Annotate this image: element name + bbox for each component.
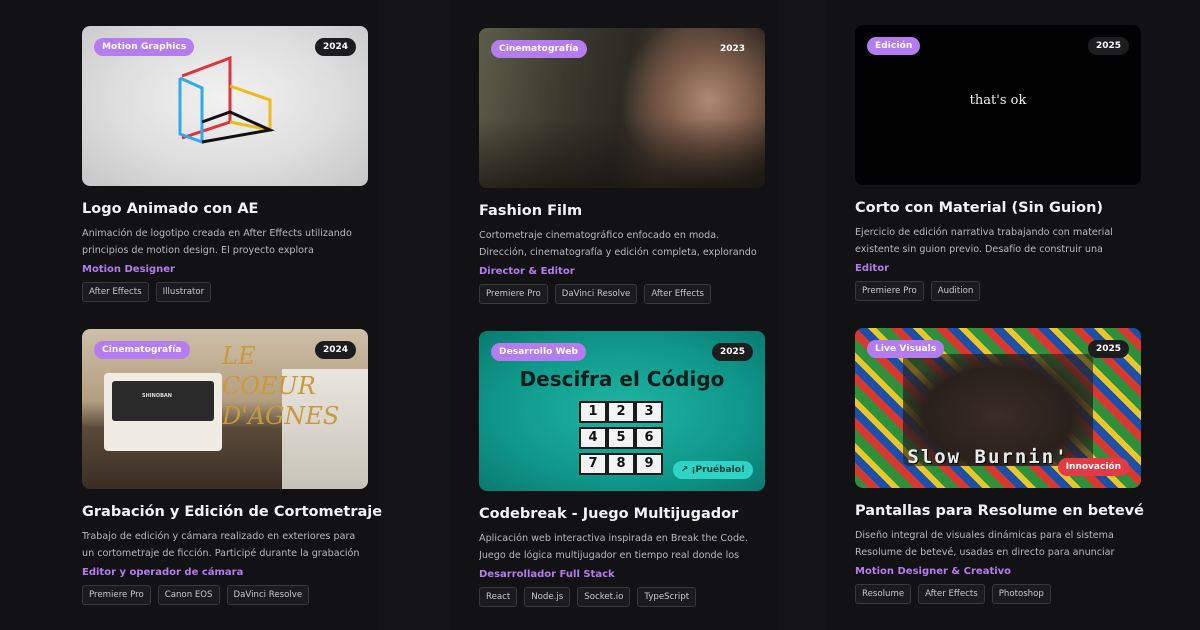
category-badge: Motion Graphics <box>94 38 195 56</box>
project-thumbnail[interactable]: Motion Graphics 2024 <box>82 26 368 186</box>
keypad-key: 1 <box>579 401 607 423</box>
project-title[interactable]: Logo Animado con AE <box>82 201 368 217</box>
project-description: Diseño integral de visuales dinámicas pa… <box>855 530 1115 558</box>
tag-list: Premiere Pro Audition <box>855 281 1141 301</box>
keypad-key: 8 <box>607 453 635 475</box>
project-description: Animación de logotipo creada en After Ef… <box>82 228 352 256</box>
tag: Canon EOS <box>157 585 220 605</box>
keypad-key: 9 <box>635 453 663 475</box>
category-badge: Live Visuals <box>867 340 945 358</box>
tag: DaVinci Resolve <box>554 284 638 304</box>
external-link-icon: ↗ <box>680 465 692 475</box>
project-thumbnail[interactable]: SHINOBAN LE COEUR D'AGNES Cinematografía… <box>82 329 368 489</box>
project-role: Motion Designer & Creativo <box>855 566 1012 577</box>
tag-list: Premiere Pro Canon EOS DaVinci Resolve <box>82 585 368 605</box>
project-role: Motion Designer <box>82 264 175 275</box>
project-role: Director & Editor <box>479 266 575 277</box>
project-description: Trabajo de edición y cámara realizado en… <box>82 531 360 559</box>
keypad-key: 6 <box>635 427 663 449</box>
tag: Node.js <box>524 587 571 607</box>
year-badge: 2025 <box>711 343 753 361</box>
year-badge: 2023 <box>719 44 745 54</box>
tag: React <box>479 587 518 607</box>
category-badge: Desarrollo Web <box>491 343 587 361</box>
photo-shade <box>479 118 765 188</box>
column-gap <box>378 0 450 630</box>
project-thumbnail[interactable]: Slow Burnin' Live Visuals 2025 Innovació… <box>855 328 1141 488</box>
tag-list: Premiere Pro DaVinci Resolve After Effec… <box>479 284 765 304</box>
tag: DaVinci Resolve <box>226 585 310 605</box>
record-player-lid <box>112 381 214 421</box>
tag-list: Resolume After Effects Photoshop <box>855 584 1141 604</box>
project-description: Aplicación web interactiva inspirada en … <box>479 533 748 561</box>
project-title[interactable]: Codebreak - Juego Multijugador <box>479 506 765 522</box>
tag: After Effects <box>644 284 711 304</box>
keypad-key: 7 <box>579 453 607 475</box>
column-gap <box>778 0 826 630</box>
tag: Illustrator <box>155 282 212 302</box>
project-title[interactable]: Corto con Material (Sin Guion) <box>855 200 1141 216</box>
project-title[interactable]: Grabación y Edición de Cortometraje <box>82 504 382 520</box>
tag: After Effects <box>82 282 149 302</box>
keypad-key: 3 <box>635 401 663 423</box>
tag-list: React Node.js Socket.io TypeScript <box>479 587 765 607</box>
tag: Resolume <box>855 584 912 604</box>
tag: After Effects <box>918 584 985 604</box>
video-caption: that's ok <box>969 93 1027 108</box>
project-title[interactable]: Fashion Film <box>479 203 765 219</box>
project-title[interactable]: Pantallas para Resolume en betevé <box>855 503 1144 519</box>
category-badge: Edición <box>867 37 921 55</box>
keypad-key: 4 <box>579 427 607 449</box>
tag-list: After Effects Illustrator <box>82 282 368 302</box>
project-card-fashion-film[interactable]: Cinematografía 2023 Fashion Film Cortome… <box>479 28 765 304</box>
project-thumbnail[interactable]: that's ok Edición 2025 <box>855 25 1141 185</box>
project-description: Ejercicio de edición narrativa trabajand… <box>855 227 1113 255</box>
keypad-key: 5 <box>607 427 635 449</box>
innovation-badge: Innovación <box>1057 458 1129 476</box>
project-description: Cortometraje cinematográfico enfocado en… <box>479 230 757 258</box>
project-card-resolume-beteve[interactable]: Slow Burnin' Live Visuals 2025 Innovació… <box>855 328 1144 604</box>
year-badge: 2024 <box>314 341 356 359</box>
tag: TypeScript <box>637 587 697 607</box>
year-badge: 2025 <box>1087 37 1129 55</box>
keypad-key: 2 <box>607 401 635 423</box>
year-badge: 2024 <box>314 38 356 56</box>
year-badge: 2025 <box>1087 340 1129 358</box>
tag: Premiere Pro <box>479 284 548 304</box>
project-card-cortometraje[interactable]: SHINOBAN LE COEUR D'AGNES Cinematografía… <box>82 329 382 605</box>
tag: Premiere Pro <box>855 281 924 301</box>
try-it-label: ¡Pruébalo! <box>691 465 745 475</box>
category-badge: Cinematografía <box>94 341 190 359</box>
game-headline: Descifra el Código <box>519 367 725 391</box>
tag: Premiere Pro <box>82 585 151 605</box>
player-brand-label: SHINOBAN <box>142 393 172 399</box>
project-thumbnail[interactable]: Cinematografía 2023 <box>479 28 765 188</box>
tag: Photoshop <box>991 584 1051 604</box>
category-badge: Cinematografía <box>491 40 587 58</box>
keypad: 1 2 3 4 5 6 7 8 9 <box>579 401 663 475</box>
project-thumbnail[interactable]: Descifra el Código 1 2 3 4 5 6 7 8 9 Des… <box>479 331 765 491</box>
project-card-corto-material[interactable]: that's ok Edición 2025 Corto con Materia… <box>855 25 1141 301</box>
try-it-button[interactable]: ↗ ¡Pruébalo! <box>672 461 753 479</box>
project-role: Editor y operador de cámara <box>82 567 244 578</box>
project-card-codebreak[interactable]: Descifra el Código 1 2 3 4 5 6 7 8 9 Des… <box>479 331 765 607</box>
tag: Socket.io <box>577 587 631 607</box>
project-role: Editor <box>855 263 889 274</box>
project-card-logo-animado[interactable]: Motion Graphics 2024 Logo Animado con AE… <box>82 26 368 302</box>
tag: Audition <box>930 281 981 301</box>
project-role: Desarrollador Full Stack <box>479 569 615 580</box>
